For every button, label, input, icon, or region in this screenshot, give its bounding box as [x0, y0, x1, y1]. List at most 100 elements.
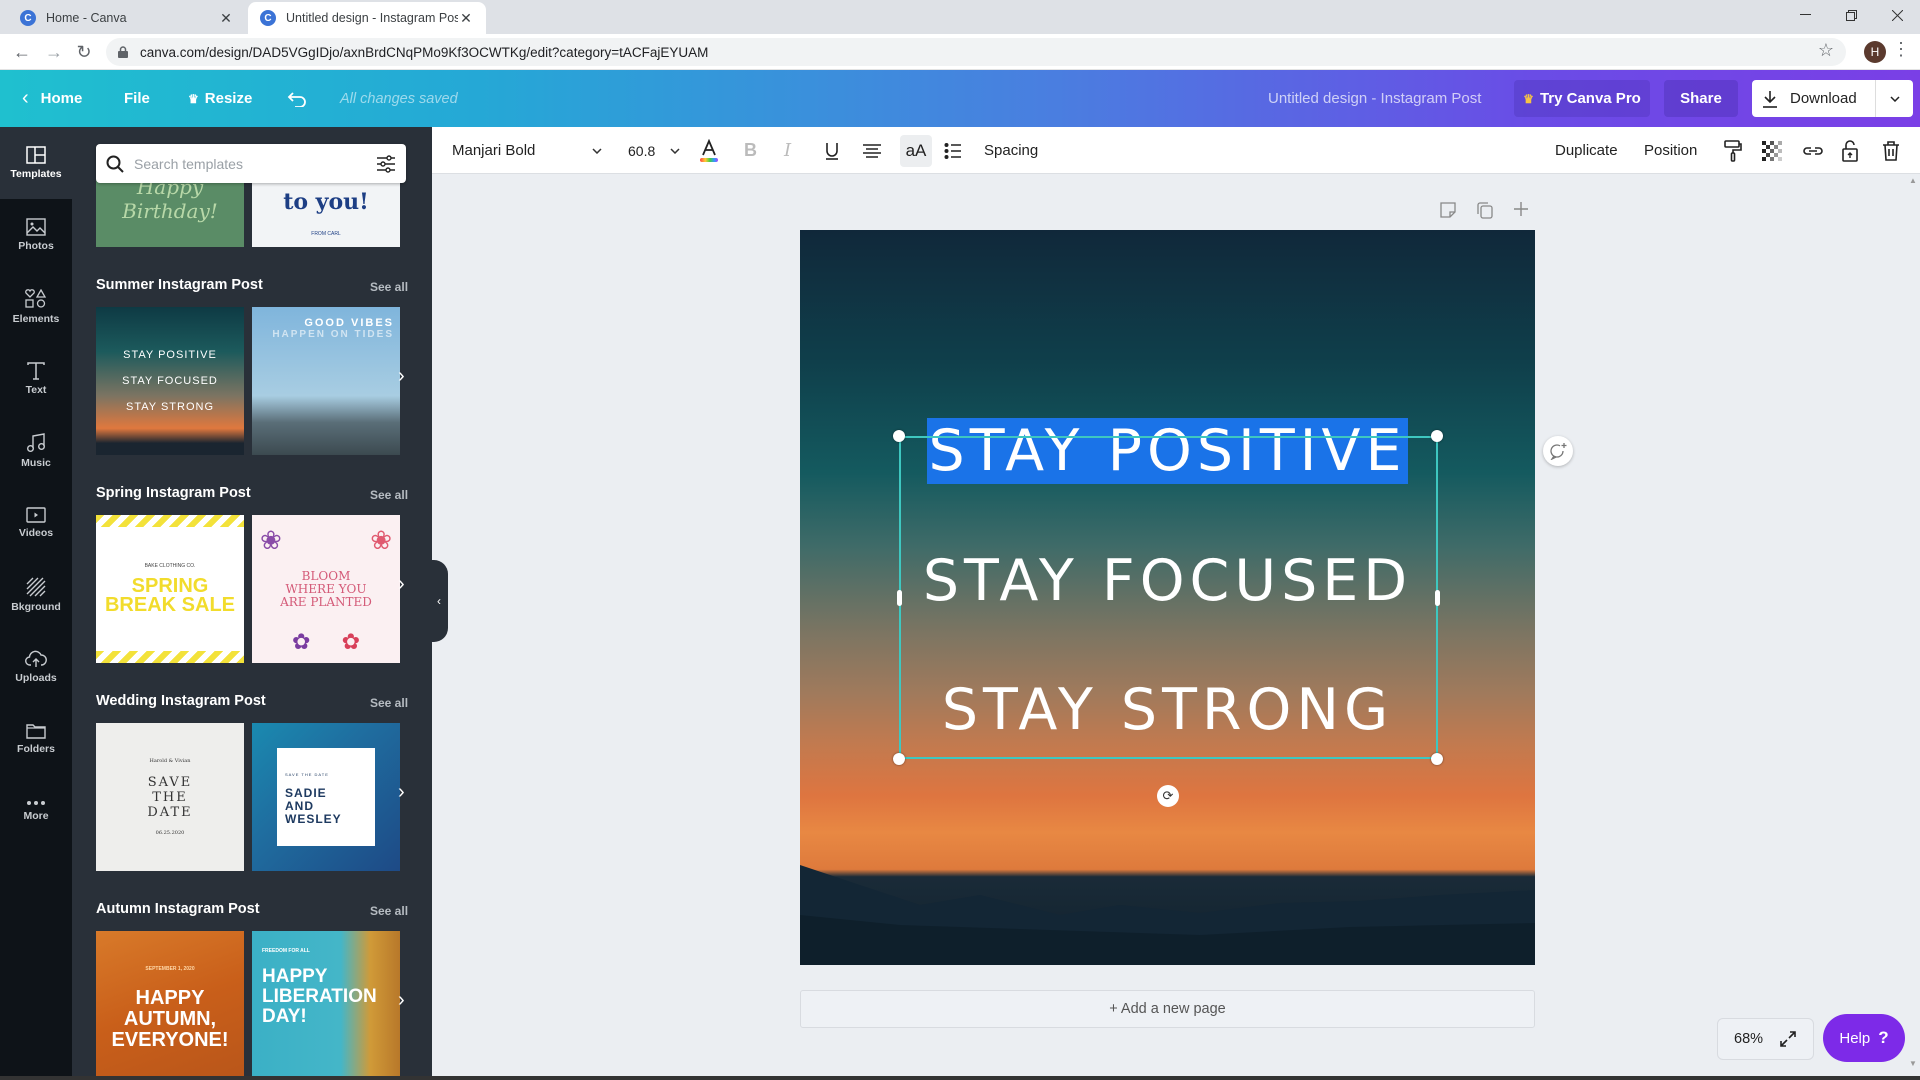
template-thumb-save-the-date[interactable]: Harold & Vivian SAVE THE DATE 06.25.2020	[96, 723, 244, 871]
rail-item-elements[interactable]: Elements	[0, 271, 72, 343]
rail-item-folders[interactable]: Folders	[0, 703, 72, 775]
resize-handle-bottom-right[interactable]	[1431, 753, 1443, 765]
browser-tab-design[interactable]: C Untitled design - Instagram Post ✕	[248, 2, 486, 34]
download-options-chevron-icon[interactable]	[1876, 95, 1913, 102]
reload-icon[interactable]: ↻	[72, 42, 96, 63]
home-button[interactable]: ‹ Home	[22, 70, 82, 127]
text-color-button[interactable]	[698, 127, 720, 174]
share-button[interactable]: Share	[1664, 80, 1738, 117]
see-all-link[interactable]: See all	[370, 280, 408, 294]
thumb-inner: BAKE CLOTHING CO. SPRING BREAK SALE	[96, 527, 244, 651]
resize-handle-top-left[interactable]	[893, 430, 905, 442]
template-thumb-spring-sale[interactable]: BAKE CLOTHING CO. SPRING BREAK SALE	[96, 515, 244, 663]
transparency-button[interactable]	[1762, 127, 1782, 174]
resize-handle-left[interactable]	[897, 590, 902, 606]
link-button[interactable]	[1802, 127, 1824, 174]
next-chevron-icon[interactable]: ›	[398, 365, 405, 388]
bookmark-star-icon[interactable]: ☆	[1818, 40, 1834, 61]
back-icon[interactable]: ←	[10, 42, 34, 63]
browser-tab-home[interactable]: C Home - Canva ✕	[8, 2, 246, 34]
help-button[interactable]: Help ?	[1823, 1014, 1905, 1062]
rotate-handle[interactable]: ⟳	[1157, 785, 1179, 807]
rail-item-videos[interactable]: Videos	[0, 487, 72, 559]
try-canva-pro-button[interactable]: ♛ Try Canva Pro	[1514, 80, 1650, 117]
browser-menu-icon[interactable]: ⋮	[1892, 40, 1910, 58]
zoom-control[interactable]: 68%	[1717, 1018, 1814, 1060]
template-thumb-liberation-day[interactable]: FREEDOM FOR ALL HAPPY LIBERATION DAY!	[252, 931, 400, 1079]
restore-icon[interactable]	[1828, 0, 1874, 30]
next-chevron-icon[interactable]: ›	[398, 781, 405, 804]
chevron-down-icon	[592, 147, 602, 154]
font-size-dropdown[interactable]: 60.8	[628, 127, 680, 174]
search-input[interactable]	[134, 155, 376, 172]
resize-handle-right[interactable]	[1435, 590, 1440, 606]
font-name: Manjari Bold	[452, 142, 536, 159]
fullscreen-icon[interactable]	[1779, 1030, 1797, 1048]
letter-case-button[interactable]: aA	[900, 135, 932, 167]
floral-wreath-icon: ❀	[260, 526, 282, 556]
undo-button[interactable]	[287, 70, 307, 127]
see-all-link[interactable]: See all	[370, 904, 408, 918]
close-window-icon[interactable]	[1874, 0, 1920, 30]
template-thumb-stay-positive[interactable]: STAY POSITIVE STAY FOCUSED STAY STRONG	[96, 307, 244, 455]
close-tab-icon[interactable]: ✕	[218, 10, 234, 27]
add-new-page-button[interactable]: + Add a new page	[800, 990, 1535, 1028]
underline-button[interactable]	[824, 127, 840, 174]
scroll-up-icon[interactable]: ▲	[1909, 176, 1917, 185]
template-thumb-bloom[interactable]: BLOOM WHERE YOU ARE PLANTED ❀ ❀ ✿ ✿	[252, 515, 400, 663]
template-thumb-sadie-wesley[interactable]: SAVE THE DATE SADIE AND WESLEY	[252, 723, 400, 871]
position-button[interactable]: Position	[1644, 127, 1697, 174]
resize-handle-top-right[interactable]	[1431, 430, 1443, 442]
url-field[interactable]: canva.com/design/DAD5VGgIDjo/axnBrdCNqPM…	[106, 38, 1846, 66]
duplicate-page-icon[interactable]	[1477, 202, 1493, 219]
vertical-scrollbar[interactable]: ▲ ▼	[1906, 174, 1920, 1080]
font-family-dropdown[interactable]: Manjari Bold	[452, 127, 602, 174]
chevron-left-icon: ‹	[22, 87, 29, 109]
next-chevron-icon[interactable]: ›	[398, 989, 405, 1012]
close-tab-icon[interactable]: ✕	[458, 10, 474, 27]
copy-style-button[interactable]	[1724, 127, 1742, 174]
delete-button[interactable]	[1882, 127, 1900, 174]
download-button[interactable]: Download	[1752, 80, 1876, 117]
duplicate-button[interactable]: Duplicate	[1555, 127, 1618, 174]
page-notes-icon[interactable]	[1440, 202, 1456, 218]
resize-button[interactable]: ♛ Resize	[188, 70, 252, 127]
lock-button[interactable]	[1842, 127, 1858, 174]
thumb-text: THE	[152, 789, 188, 805]
profile-avatar[interactable]: H	[1864, 41, 1886, 63]
rail-item-photos[interactable]: Photos	[0, 199, 72, 271]
see-all-link[interactable]: See all	[370, 488, 408, 502]
thumb-text: GOOD VIBES	[304, 317, 394, 329]
design-title[interactable]: Untitled design - Instagram Post	[1268, 70, 1481, 127]
italic-button[interactable]: I	[784, 127, 791, 174]
template-thumb-happy-autumn[interactable]: SEPTEMBER 1, 2020 HAPPY AUTUMN, EVERYONE…	[96, 931, 244, 1079]
add-page-icon[interactable]	[1514, 202, 1528, 216]
rail-item-templates[interactable]: Templates	[0, 127, 72, 199]
rail-item-more[interactable]: More	[0, 775, 72, 847]
resize-handle-bottom-left[interactable]	[893, 753, 905, 765]
rail-item-text[interactable]: Text	[0, 343, 72, 415]
scroll-down-icon[interactable]: ▼	[1909, 1059, 1917, 1068]
filter-sliders-icon[interactable]	[376, 154, 396, 173]
next-chevron-icon[interactable]: ›	[398, 573, 405, 596]
minimize-icon[interactable]	[1782, 0, 1828, 30]
add-comment-button[interactable]	[1543, 436, 1573, 466]
template-thumb-good-vibes[interactable]: GOOD VIBES HAPPEN ON TIDES	[252, 307, 400, 455]
text-toolbar: Manjari Bold 60.8 B I aA Spacing Duplica…	[432, 127, 1920, 174]
align-center-button[interactable]	[862, 127, 882, 174]
rail-item-music[interactable]: Music	[0, 415, 72, 487]
bold-button[interactable]: B	[744, 127, 757, 174]
thumb-text: DATE	[147, 804, 193, 820]
rail-item-uploads[interactable]: Uploads	[0, 631, 72, 703]
horizontal-scrollbar[interactable]	[0, 1076, 1920, 1080]
thumb-text: STAY POSITIVE	[123, 349, 217, 361]
forward-icon[interactable]: →	[42, 42, 66, 63]
canva-favicon-icon: C	[260, 10, 276, 26]
spacing-button[interactable]: Spacing	[984, 127, 1038, 174]
search-templates-field[interactable]	[96, 144, 406, 183]
see-all-link[interactable]: See all	[370, 696, 408, 710]
collapse-panel-button[interactable]: ‹	[430, 560, 448, 642]
rail-item-background[interactable]: Bkground	[0, 559, 72, 631]
file-menu-button[interactable]: File	[124, 70, 150, 127]
list-button[interactable]	[944, 127, 962, 174]
